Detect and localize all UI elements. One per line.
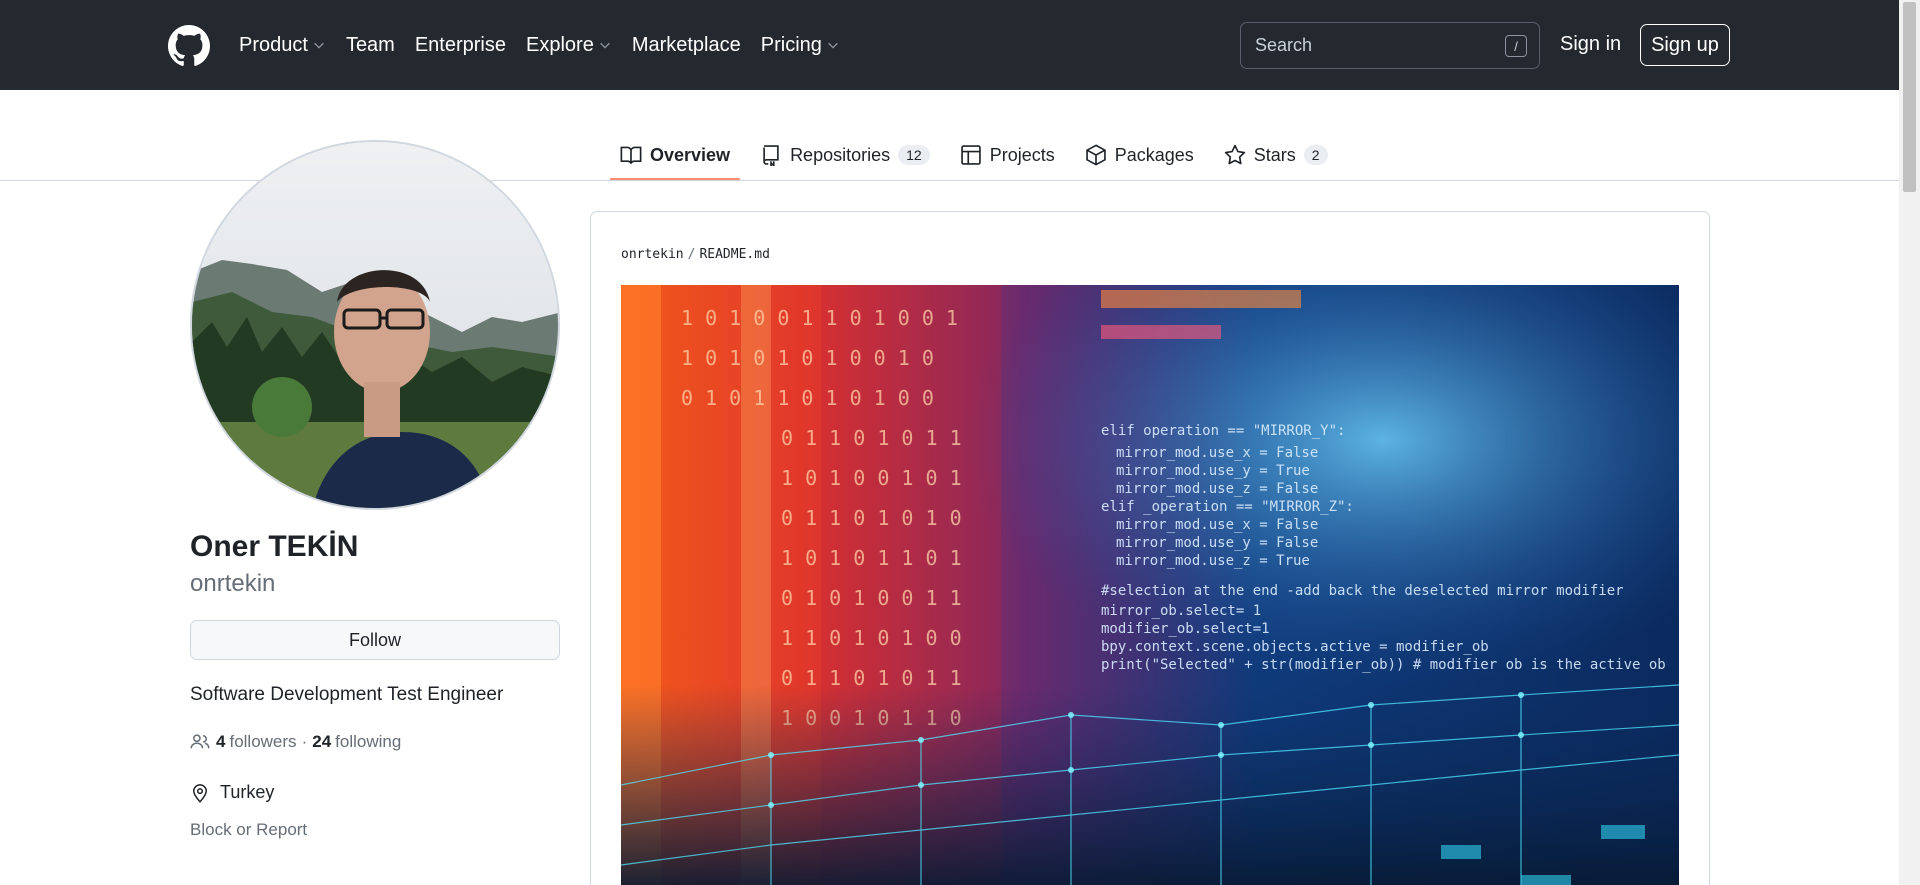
nav-product-label: Product — [239, 33, 308, 56]
github-logo-icon[interactable] — [168, 25, 210, 67]
nav-marketplace-label: Marketplace — [631, 33, 741, 56]
svg-text:0 1 0 1 0 0 1 1: 0 1 0 1 0 0 1 1 — [781, 586, 962, 610]
svg-text:print("Selected" + str(modifie: print("Selected" + str(modifier_ob)) # m… — [1101, 657, 1666, 673]
svg-text:elif _operation == "MIRROR_Z":: elif _operation == "MIRROR_Z": — [1101, 499, 1354, 515]
svg-text:mirror_mod.use_z = False: mirror_mod.use_z = False — [1116, 481, 1318, 497]
book-icon — [620, 146, 642, 165]
svg-text:1 1 0 1 0 1 0 0: 1 1 0 1 0 1 0 0 — [781, 626, 962, 650]
svg-text:1 0 1 0 1 1 0 1: 1 0 1 0 1 1 0 1 — [781, 546, 962, 570]
profile-username: onrtekin — [190, 570, 276, 597]
tab-repositories[interactable]: Repositories 12 — [750, 130, 940, 180]
svg-text:0 1 1 0 1 0 1 1: 0 1 1 0 1 0 1 1 — [781, 426, 962, 450]
tab-projects[interactable]: Projects — [950, 130, 1065, 180]
repositories-count: 12 — [898, 145, 930, 165]
avatar[interactable] — [190, 140, 560, 510]
location-pin-icon — [192, 783, 208, 803]
profile-tabs: Overview Repositories 12 Projects Packag… — [610, 130, 1348, 181]
scrollbar-thumb[interactable] — [1903, 2, 1916, 192]
nav-team-label: Team — [345, 33, 395, 56]
svg-text:modifier_ob.select=1: modifier_ob.select=1 — [1101, 621, 1270, 637]
tab-packages[interactable]: Packages — [1075, 130, 1204, 180]
followers-link[interactable]: 4 followers — [216, 732, 297, 752]
repo-icon — [763, 145, 779, 166]
chevron-down-icon — [314, 42, 324, 49]
following-count: 24 — [312, 732, 332, 751]
svg-text:1 0 1 0 0 1 1 0 1 0 0 1: 1 0 1 0 0 1 1 0 1 0 0 1 — [681, 306, 958, 330]
nav-marketplace[interactable]: Marketplace — [632, 34, 741, 57]
page-scrollbar[interactable] — [1899, 0, 1920, 885]
readme-banner-image: 1 0 1 0 0 1 1 0 1 0 0 1 1 0 1 0 1 0 1 0 … — [621, 285, 1679, 885]
svg-text:0 1 1 0 1 0 1 0: 0 1 1 0 1 0 1 0 — [781, 506, 962, 530]
svg-text:mirror_mod.use_y = False: mirror_mod.use_y = False — [1116, 535, 1318, 551]
block-or-report-link[interactable]: Block or Report — [190, 820, 307, 840]
nav-explore[interactable]: Explore — [526, 34, 612, 57]
people-icon — [190, 734, 210, 749]
chevron-down-icon — [828, 42, 838, 49]
nav-product[interactable]: Product — [239, 34, 326, 57]
tab-overview-label: Overview — [650, 144, 731, 165]
sign-in-link[interactable]: Sign in — [1560, 33, 1621, 56]
chevron-down-icon — [599, 42, 610, 49]
nav-team[interactable]: Team — [346, 34, 395, 57]
profile-bio: Software Development Test Engineer — [190, 684, 504, 705]
follow-button[interactable]: Follow — [190, 620, 560, 660]
table-icon — [960, 145, 981, 165]
svg-text:0 1 0 1 1 0 1 0 1 0 0: 0 1 0 1 1 0 1 0 1 0 0 — [681, 386, 934, 410]
nav-pricing[interactable]: Pricing — [761, 34, 840, 57]
followers-label: followers — [229, 732, 297, 751]
tab-stars-label: Stars — [1253, 144, 1296, 165]
readme-box: onrtekin / README.md 1 0 1 0 0 1 1 0 1 0… — [590, 211, 1710, 885]
followers-count: 4 — [216, 732, 226, 751]
profile-location: Turkey — [190, 782, 274, 803]
follow-separator: · — [301, 732, 308, 751]
following-label: following — [335, 732, 402, 751]
following-link[interactable]: 24 following — [312, 732, 401, 752]
readme-file[interactable]: README.md — [699, 247, 769, 262]
nav-pricing-label: Pricing — [760, 33, 822, 56]
svg-text:bpy.context.scene.objects.acti: bpy.context.scene.objects.active = modif… — [1101, 639, 1489, 655]
follow-stats: 4 followers · 24 following — [190, 732, 401, 752]
search-shortcut-key: / — [1505, 35, 1527, 57]
tab-projects-label: Projects — [989, 144, 1055, 165]
star-icon — [1224, 144, 1245, 165]
readme-path: onrtekin / README.md — [621, 247, 770, 262]
readme-path-separator: / — [687, 247, 696, 262]
svg-text:mirror_mod.use_z = True: mirror_mod.use_z = True — [1116, 553, 1310, 569]
search-placeholder: Search — [1255, 35, 1313, 55]
profile-full-name: Oner TEKİN — [190, 530, 359, 563]
site-header: Product Team Enterprise Explore Marketpl… — [0, 0, 1899, 90]
readme-owner[interactable]: onrtekin — [621, 247, 684, 262]
svg-text:mirror_mod.use_x = False: mirror_mod.use_x = False — [1116, 517, 1318, 533]
package-icon — [1085, 144, 1106, 166]
nav-enterprise-label: Enterprise — [414, 33, 506, 56]
svg-text:mirror_mod.use_x = False: mirror_mod.use_x = False — [1116, 445, 1318, 461]
search-input[interactable]: Search / — [1240, 22, 1540, 69]
svg-text:1 0 1 0 1 0 1 0 0 1 0: 1 0 1 0 1 0 1 0 0 1 0 — [681, 346, 934, 370]
svg-text:mirror_ob.select= 1: mirror_ob.select= 1 — [1101, 603, 1261, 619]
stars-count: 2 — [1303, 145, 1328, 165]
tab-stars[interactable]: Stars 2 — [1214, 130, 1338, 180]
nav-enterprise[interactable]: Enterprise — [415, 34, 506, 57]
svg-text:#selection at the end -add bac: #selection at the end -add back the dese… — [1101, 583, 1624, 599]
tab-repositories-label: Repositories — [790, 144, 891, 165]
svg-text:1 0 1 0 0 1 0 1: 1 0 1 0 0 1 0 1 — [781, 466, 962, 490]
main-nav: Product Team Enterprise Explore Marketpl… — [239, 0, 860, 90]
tab-packages-label: Packages — [1114, 144, 1194, 165]
avatar-photo — [192, 142, 558, 508]
nav-explore-label: Explore — [526, 33, 594, 56]
svg-text:mirror_mod.use_y = True: mirror_mod.use_y = True — [1116, 463, 1310, 479]
code-banner-graphic: 1 0 1 0 0 1 1 0 1 0 0 1 1 0 1 0 1 0 1 0 … — [621, 285, 1679, 885]
tab-overview[interactable]: Overview — [610, 130, 741, 181]
location-label: Turkey — [220, 782, 275, 802]
svg-text:elif operation == "MIRROR_Y":: elif operation == "MIRROR_Y": — [1101, 423, 1345, 439]
sign-up-button[interactable]: Sign up — [1640, 24, 1730, 66]
